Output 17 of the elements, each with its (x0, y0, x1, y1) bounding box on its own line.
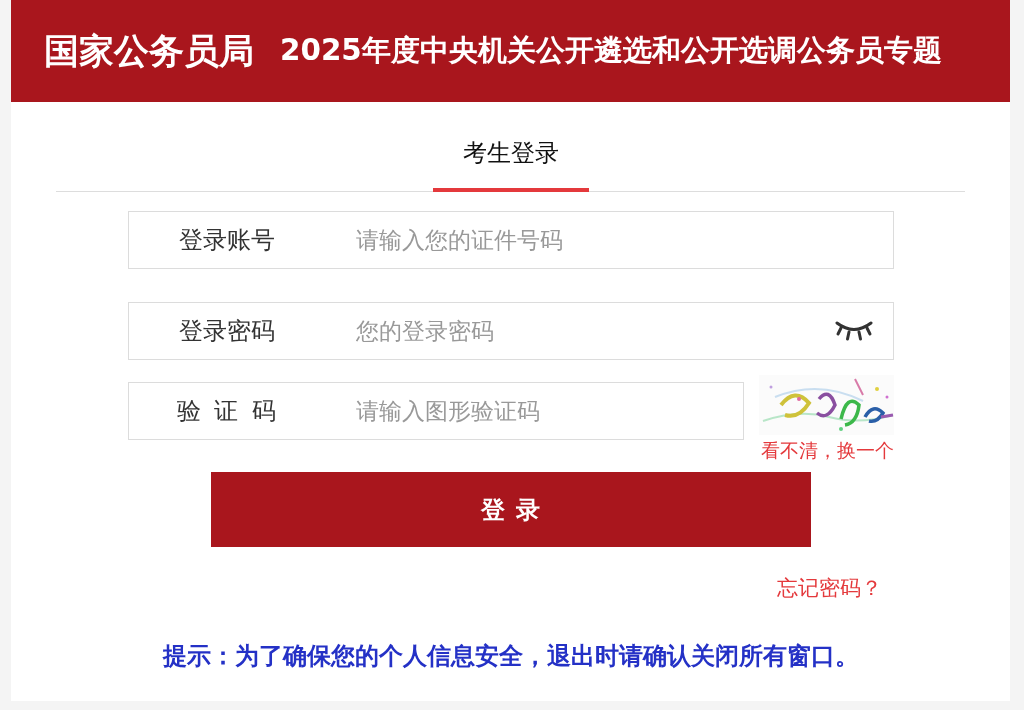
field-label: 登录密码 (177, 316, 276, 347)
form-field[interactable]: 登录账号 请输入您的证件号码 (127, 211, 894, 269)
forgot-password-link[interactable]: 忘记密码？ (776, 574, 882, 602)
field-label: 登录账号 (177, 225, 276, 256)
input-field[interactable]: 请输入图形验证码 (324, 383, 743, 439)
notice-text: 提示：为了确保您的个人信息安全，退出时请确认关闭所有窗口。 (161, 642, 860, 670)
refresh-captcha-link[interactable]: 看不清，换一个 (760, 438, 894, 462)
page-title: 2025年度中央机关公开遴选和公开选调公务员专题 (280, 32, 942, 69)
site-logo-text: 国家公务员局 (44, 29, 254, 73)
field-label: 验 证 码 (175, 396, 278, 427)
input-field[interactable]: 您的登录密码 (324, 303, 835, 359)
form-field[interactable]: 验 证 码 请输入图形验证码 (127, 382, 744, 440)
login-button[interactable]: 登 录 (210, 472, 811, 547)
form-field[interactable]: 登录密码 您的登录密码 (127, 302, 894, 360)
eye-closed-icon[interactable] (834, 320, 873, 342)
tab[interactable]: 考生登录 (432, 122, 589, 192)
input-field[interactable]: 请输入您的证件号码 (324, 212, 893, 268)
